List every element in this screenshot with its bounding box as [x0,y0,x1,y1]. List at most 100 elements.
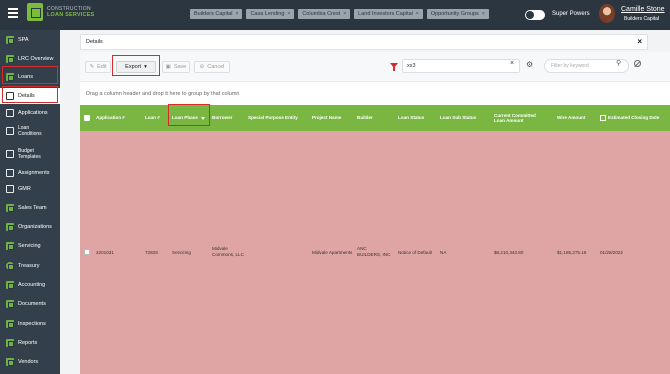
sidebar-item-reports[interactable]: Reports [0,335,60,351]
sidebar-item-label: Sales Team [18,205,47,211]
sidebar-item-budget-templates[interactable]: Budget Templates [0,146,60,162]
sidebar-item-servicing[interactable]: Servicing [0,238,60,254]
search-input[interactable]: xx3 [402,59,520,73]
reset-filter-icon[interactable] [634,60,641,67]
grid-icon [6,36,14,44]
sidebar-item-loan-conditions[interactable]: Loan Conditions [0,123,60,139]
filter-chip[interactable]: Columbia Crest × [298,9,351,19]
cell-committed-amount: $8,210,343.80 [494,250,524,255]
chip-close-icon[interactable]: × [343,11,346,17]
highlight-loans-outline [2,66,58,84]
super-powers-toggle[interactable] [525,10,545,20]
cancel-button[interactable]: ⊘ Cancel [194,61,230,73]
app-logo[interactable]: CONSTRUCTION LOAN SERVICES [27,3,157,23]
column-header-application[interactable]: Application # [96,105,136,131]
logo-mark-icon [27,3,43,21]
sidebar-item-accounting[interactable]: Accounting [0,277,60,293]
top-bar: CONSTRUCTION LOAN SERVICES Builders Capi… [0,0,670,30]
avatar[interactable] [599,4,615,23]
cell-wire-amount: $1,185,275.16 [557,250,587,255]
sidebar-item-sales-team[interactable]: Sales Team [0,200,60,216]
column-header-project-name[interactable]: Project Name [312,105,352,131]
user-name-link[interactable]: Camille Stone [621,6,665,13]
sidebar-item-label: Organizations [18,224,52,230]
sidebar-item-gmr[interactable]: GMR [0,181,60,197]
cell-loan-sub-status: NA [440,250,447,255]
super-powers-label: Super Powers [552,11,590,17]
sidebar-item-lrc-overview[interactable]: LRC Overview [0,51,60,67]
column-header-loan-number[interactable]: Loan # [145,105,167,131]
filter-icon[interactable] [390,63,398,71]
details-panel: ✎ Edit Export ▾ ▣ Save ⊘ Cancel xx3 × ⚙ Filt… [80,52,670,374]
grid-icon [6,300,14,308]
cell-loan-status: Notice of Default [398,250,432,255]
grid-icon [6,242,14,250]
sidebar-item-label: Documents [18,301,46,307]
filter-chip[interactable]: Opportunity Groups × [426,9,489,19]
sidebar-item-label: Reports [18,340,38,346]
sidebar-item-documents[interactable]: Documents [0,296,60,312]
chip-close-icon[interactable]: × [287,11,290,17]
user-organization: Builders Capital [624,16,660,22]
chip-label: Columbia Crest [302,11,341,17]
save-button[interactable]: ▣ Save [162,61,190,73]
edit-icon[interactable] [600,115,606,121]
column-header-loan-sub-status[interactable]: Loan Sub Status [440,105,488,131]
column-header-builder[interactable]: Builder [357,105,387,131]
cell-loan-number: 72828 [145,250,158,255]
sidebar-item-organizations[interactable]: Organizations [0,219,60,235]
sidebar-item-assignments[interactable]: Assignments [0,165,60,181]
sidebar-item-label: Budget Templates [18,148,41,160]
column-header-borrower[interactable]: Borrower [212,105,244,131]
cell-closing-date: 01/28/2022 [600,250,623,255]
column-header-label: Estimated Closing Date [608,115,660,121]
chip-label: Builders Capital [194,11,233,17]
grid-icon [6,281,14,289]
clear-search-icon[interactable]: × [510,60,514,67]
gear-icon[interactable]: ⚙ [526,60,533,69]
chip-close-icon[interactable]: × [236,11,239,17]
cell-builder: ANC BUILDERS, INC [357,246,391,257]
grid-icon [6,339,14,347]
highlight-details-outline [2,86,58,103]
edit-button[interactable]: ✎ Edit [85,61,111,73]
filter-chip[interactable]: Casa Lending × [246,9,295,19]
cancel-label: Cancel [207,64,225,70]
lender-filter-chips: Builders Capital × Casa Lending × Columbia… [190,9,489,20]
sidebar-item-inspections[interactable]: Inspections [0,316,60,332]
column-header-wire-amount[interactable]: Wire Amount [557,105,593,131]
select-all-checkbox[interactable] [84,115,90,121]
hamburger-menu-icon[interactable] [8,8,18,18]
highlight-loan-phase-outline [168,104,210,126]
sidebar-item-applications[interactable]: Applications [0,105,60,121]
cell-application: 2201031 [96,250,114,255]
grid-toolbar: ✎ Edit Export ▾ ▣ Save ⊘ Cancel xx3 × ⚙ Filt… [80,52,670,82]
row-checkbox[interactable] [84,249,90,255]
cancel-icon: ⊘ [199,64,205,70]
column-header-spe[interactable]: Special Purpose Entity [248,105,310,131]
sidebar-item-label: Applications [18,110,48,116]
sidebar-item-label: Inspections [18,321,46,327]
sidebar-item-vendors[interactable]: Vendors [0,354,60,370]
logo-text-line2: LOAN SERVICES [47,12,95,18]
column-header-committed-amount[interactable]: Current Committed Loan Amount [494,105,546,131]
filter-chip[interactable]: Land Investors Capital × [354,9,423,19]
filter-chip[interactable]: Builders Capital × [190,9,243,19]
highlight-export-outline [112,55,160,76]
chip-close-icon[interactable]: × [482,11,485,17]
chip-close-icon[interactable]: × [416,11,419,17]
sidebar-item-label: Vendors [18,359,39,365]
chip-label: Land Investors Capital [358,11,413,17]
column-header-closing-date[interactable]: Estimated Closing Date [600,105,668,131]
column-header-loan-status[interactable]: Loan Status [398,105,432,131]
search-icon[interactable]: ⚲ [616,59,621,67]
sidebar-item-label: Servicing [18,243,41,249]
sidebar-item-label: Treasury [18,263,40,269]
close-icon[interactable]: × [637,37,642,46]
grid-icon [6,320,14,328]
folder-icon [6,127,14,135]
sidebar-item-label: Accounting [18,282,46,288]
sidebar-item-treasury[interactable]: Treasury [0,258,60,274]
cell-loan-phase: Servicing [172,250,191,255]
sidebar-item-spa[interactable]: SPA [0,32,60,48]
